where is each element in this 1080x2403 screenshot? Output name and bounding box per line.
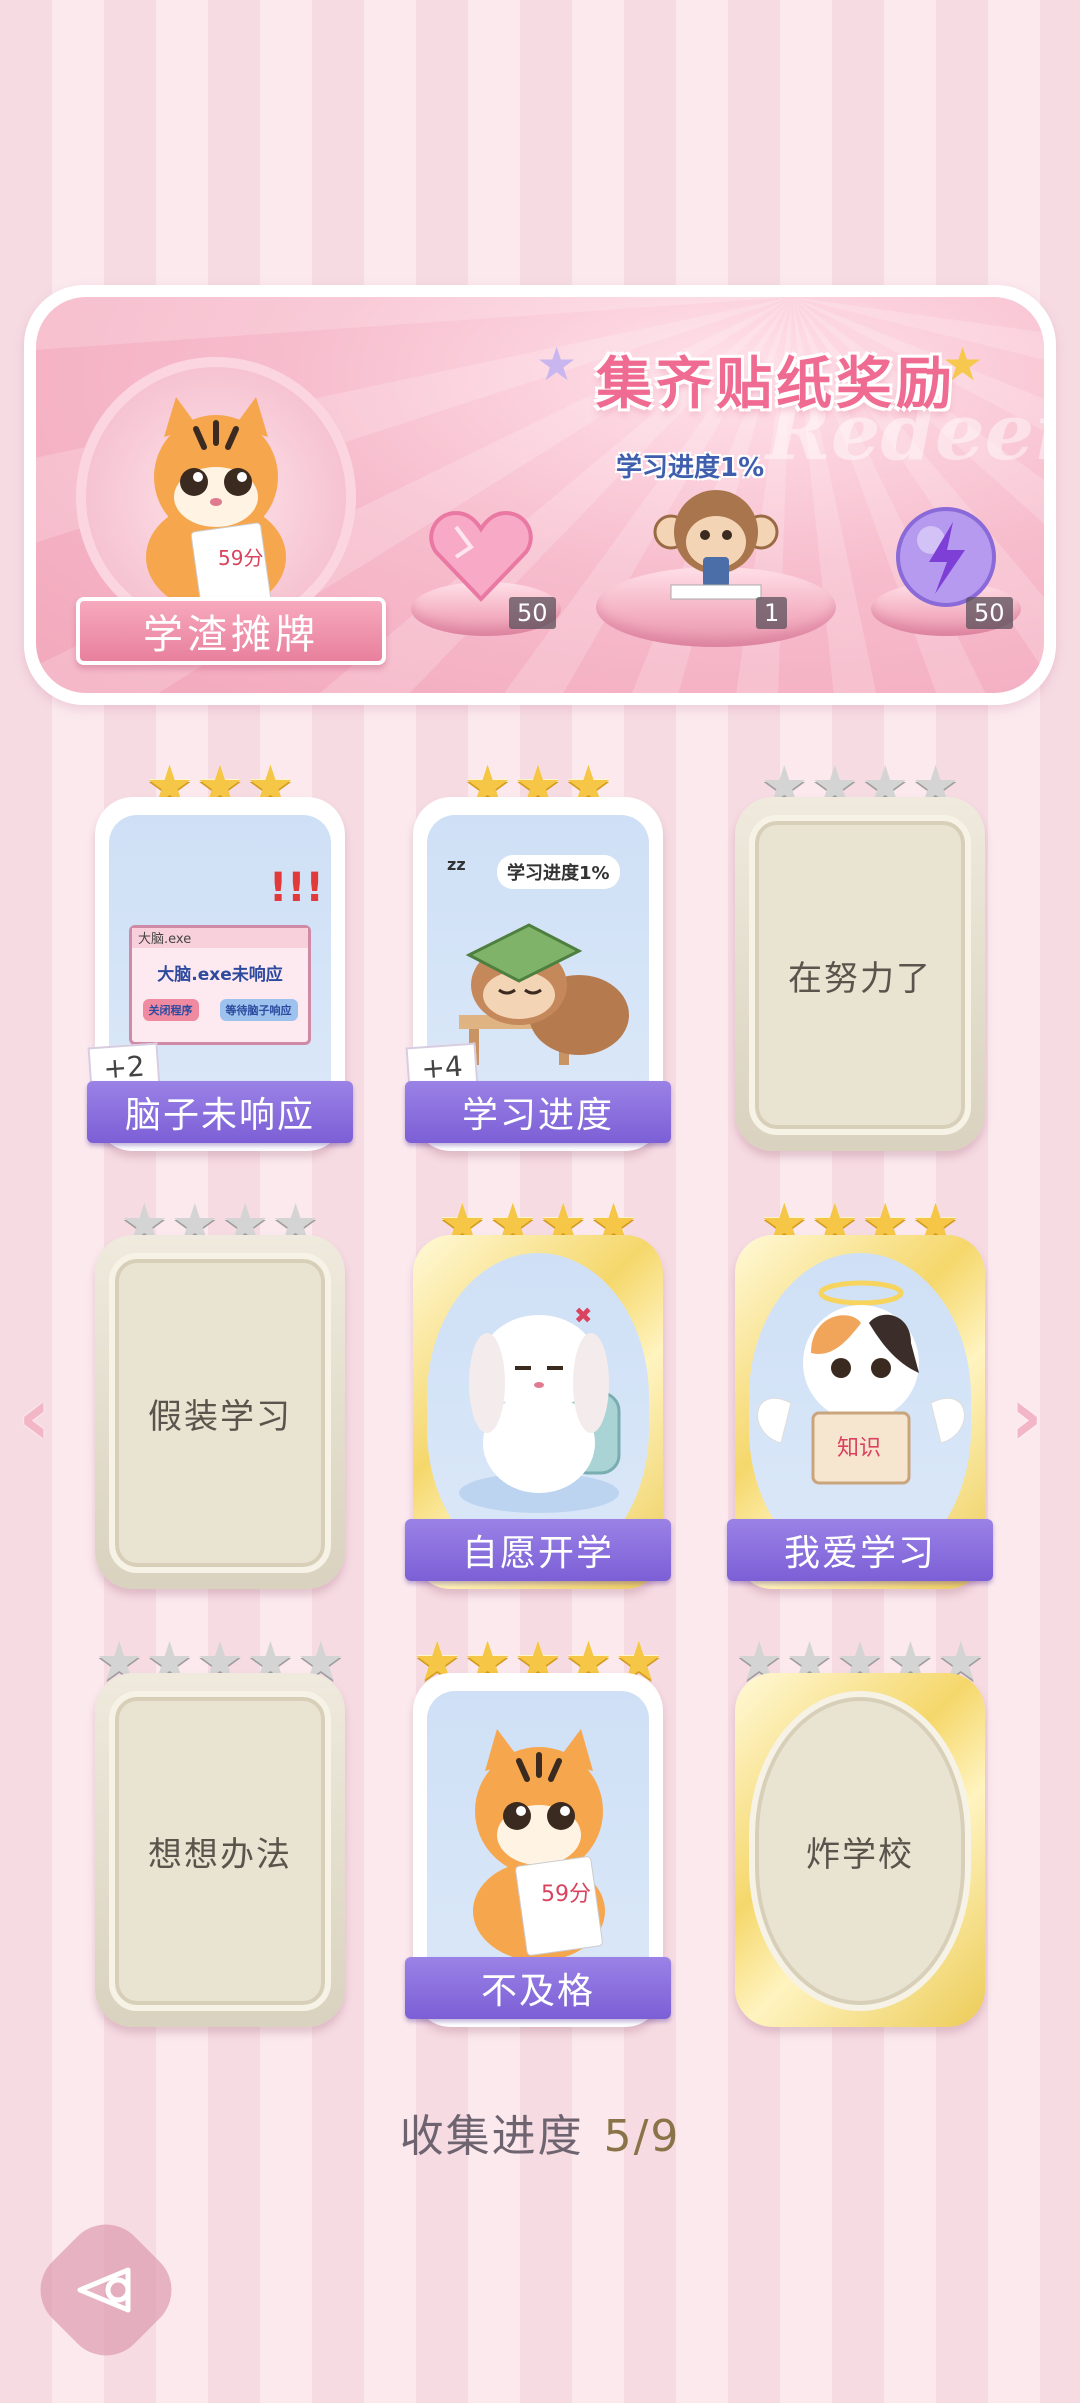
- sticker-card-bomb[interactable]: ★ ★ ★ ★ ★ 炸学校: [735, 1635, 985, 2027]
- collect-progress: 收集进度 5/9: [0, 2100, 1080, 2164]
- bunny-icon: ✖: [459, 1304, 621, 1513]
- reward-count: 1: [756, 597, 788, 629]
- card-label: 不及格: [405, 1957, 671, 2019]
- card-label: 自愿开学: [405, 1519, 671, 1581]
- sticker-card-voluntary[interactable]: ★ ★ ★ ★ ✖ 自愿开学: [405, 1197, 671, 1589]
- star-deco-icon: ★: [536, 337, 578, 391]
- sticker-card-fail[interactable]: ★ ★ ★ ★ ★ 59分 不及格: [405, 1635, 671, 2027]
- card-label: 我爱学习: [727, 1519, 993, 1581]
- monkey-icon[interactable]: [641, 477, 791, 607]
- next-page-arrow[interactable]: ›: [1010, 1370, 1043, 1463]
- banner-title: 集齐贴纸奖励: [596, 352, 956, 417]
- svg-text:59分: 59分: [218, 546, 263, 570]
- tiger-icon: 59分: [146, 397, 286, 612]
- svg-text:知识: 知识: [837, 1436, 881, 1461]
- tiger-icon: 59分: [473, 1729, 605, 1961]
- energy-orb-icon[interactable]: [891, 502, 1001, 612]
- card-label: 学习进度: [405, 1081, 671, 1143]
- prev-page-arrow[interactable]: ‹: [18, 1370, 51, 1463]
- card-label: 在努力了: [788, 958, 932, 999]
- locked-panel: 在努力了: [749, 815, 971, 1135]
- avatar[interactable]: 59分: [76, 357, 356, 637]
- locked-panel: 想想办法: [109, 1691, 331, 2011]
- sticker-card-progress[interactable]: ★ ★ ★ 学习进度1% zz +4 学习进度: [405, 759, 671, 1151]
- sticker-card-think[interactable]: ★ ★ ★ ★ ★ 想想办法: [95, 1635, 345, 2027]
- svg-text:59分: 59分: [541, 1882, 591, 1907]
- back-arrow-icon: [77, 2267, 131, 2313]
- banner-background: Redeem ★ ★ 集齐贴纸奖励 59分 学渣摊牌: [36, 297, 1044, 693]
- reward-count: 50: [509, 597, 556, 629]
- svg-text:✖: ✖: [574, 1304, 592, 1329]
- nameplate: 学渣摊牌: [76, 597, 386, 665]
- angel-cat-icon: 知识: [757, 1280, 965, 1485]
- reward-banner: Redeem ★ ★ 集齐贴纸奖励 59分 学渣摊牌: [24, 285, 1056, 705]
- card-label: 脑子未响应: [87, 1081, 353, 1143]
- reward-count: 50: [966, 597, 1013, 629]
- card-label: 想想办法: [148, 1834, 292, 1875]
- card-label: 假装学习: [148, 1396, 292, 1437]
- locked-panel: 炸学校: [749, 1691, 971, 2011]
- heart-gem-icon[interactable]: [426, 507, 536, 607]
- card-label: 炸学校: [806, 1834, 914, 1875]
- sticker-card-pretend[interactable]: ★ ★ ★ ★ 假装学习: [95, 1197, 345, 1589]
- locked-panel: 假装学习: [109, 1253, 331, 1573]
- sticker-card-love[interactable]: ★ ★ ★ ★ 知识 我爱学习: [727, 1197, 993, 1589]
- collect-progress-value: 5/9: [603, 2111, 681, 2162]
- error-popup: 大脑.exe 大脑.exe未响应 关闭程序 等待脑子响应: [129, 925, 311, 1045]
- collect-progress-label: 收集进度: [399, 2111, 584, 2162]
- sticker-card-brain[interactable]: ★ ★ ★ !!! 大脑.exe 大脑.exe未响应 关闭程序 等待脑子响应 +2 …: [87, 759, 353, 1151]
- sticker-card-trying[interactable]: ★ ★ ★ ★ 在努力了: [735, 759, 985, 1151]
